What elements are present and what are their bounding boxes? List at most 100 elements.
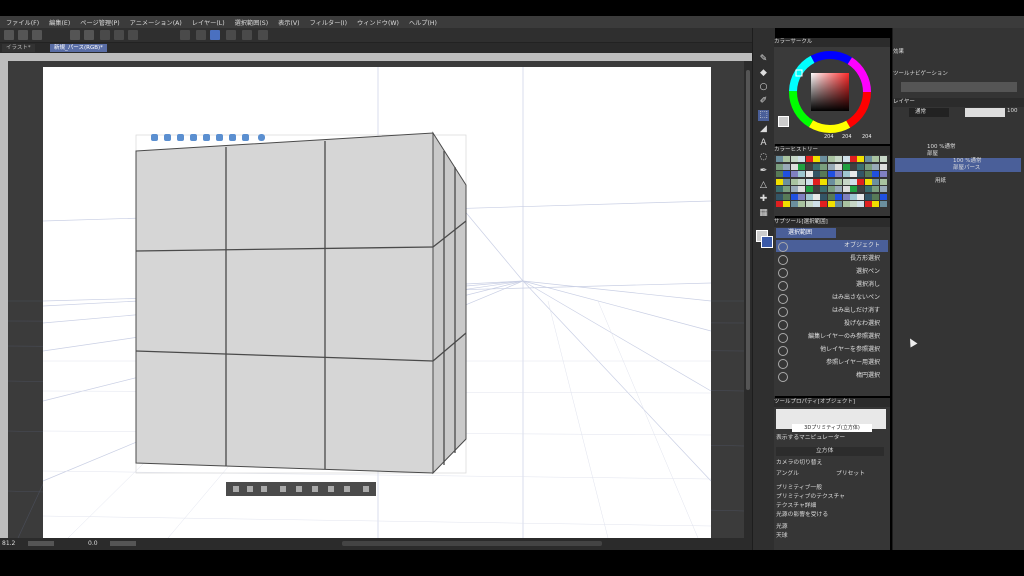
- color-swatch[interactable]: [805, 163, 813, 170]
- color-swatch[interactable]: [827, 186, 835, 192]
- subtool-erase-overflow[interactable]: はみ出しだけ消す: [776, 305, 888, 317]
- color-swatch[interactable]: [827, 178, 835, 185]
- color-swatch[interactable]: [783, 193, 791, 200]
- color-swatch[interactable]: [798, 186, 806, 192]
- fill-tool-icon[interactable]: ◆: [758, 68, 769, 79]
- pen-tool-icon[interactable]: ✎: [758, 54, 769, 65]
- color-swatch[interactable]: [798, 163, 806, 170]
- color-swatch[interactable]: [805, 193, 813, 200]
- prop-primitive-general[interactable]: プリミティブ一般: [776, 484, 884, 493]
- balloon-tool-icon[interactable]: ◌: [758, 152, 769, 163]
- ruler-snap-icon[interactable]: [196, 30, 206, 40]
- color-swatch[interactable]: [790, 178, 798, 185]
- selection-tool-icon[interactable]: ⬚: [758, 110, 769, 121]
- menu-edit[interactable]: 編集(E): [49, 18, 70, 27]
- horizontal-scroll-thumb[interactable]: [342, 541, 602, 546]
- color-swatch[interactable]: [783, 201, 791, 207]
- color-swatch[interactable]: [820, 156, 828, 162]
- color-swatch[interactable]: [790, 193, 798, 200]
- transform-icon[interactable]: [128, 30, 138, 40]
- menu-page[interactable]: ページ管理(P): [80, 18, 119, 27]
- menu-window[interactable]: ウィンドウ(W): [357, 18, 399, 27]
- color-swatch[interactable]: [857, 186, 865, 192]
- camera-switch-row[interactable]: カメラの切り替え: [776, 459, 884, 468]
- guide-icon[interactable]: [258, 30, 268, 40]
- color-swatch[interactable]: [850, 193, 857, 200]
- subtool-select-erase[interactable]: 選択消し: [776, 279, 888, 291]
- fill-icon[interactable]: [114, 30, 124, 40]
- color-swatch[interactable]: [783, 156, 791, 162]
- color-swatch[interactable]: [864, 193, 872, 200]
- prop-primitive-texture[interactable]: プリミティブのテクスチャ: [776, 493, 884, 502]
- color-swatch[interactable]: [813, 178, 820, 185]
- menu-file[interactable]: ファイル(F): [6, 18, 39, 27]
- color-swatch[interactable]: [879, 193, 887, 200]
- layer-room-perspective[interactable]: 100 %通常 部屋パース: [895, 158, 1021, 172]
- color-swatch[interactable]: [790, 156, 798, 162]
- color-swatch[interactable]: [872, 186, 880, 192]
- color-swatch[interactable]: [857, 178, 865, 185]
- layer-folder-room[interactable]: 100 %通常 部屋: [895, 144, 1021, 158]
- color-swatch[interactable]: [790, 186, 798, 192]
- opacity-slider[interactable]: [965, 108, 1005, 117]
- color-swatch[interactable]: [864, 171, 872, 177]
- menu-help[interactable]: ヘルプ(H): [409, 18, 437, 27]
- color-swatch[interactable]: [857, 201, 865, 207]
- circle-tool-icon[interactable]: ○: [758, 82, 769, 93]
- color-swatch[interactable]: [879, 163, 887, 170]
- color-swatch[interactable]: [776, 201, 783, 207]
- color-swatch[interactable]: [842, 171, 850, 177]
- blend-mode-select[interactable]: 通常: [909, 108, 949, 117]
- color-swatch[interactable]: [850, 178, 857, 185]
- color-swatch[interactable]: [805, 186, 813, 192]
- color-swatch[interactable]: [776, 186, 783, 192]
- color-swatch[interactable]: [872, 178, 880, 185]
- brush-tool-icon[interactable]: ✐: [758, 96, 769, 107]
- frame-tool-icon[interactable]: ▦: [758, 208, 769, 219]
- color-swatch[interactable]: [783, 171, 791, 177]
- primitive-row[interactable]: 立方体: [776, 447, 884, 456]
- color-swatch[interactable]: [879, 171, 887, 177]
- color-swatch[interactable]: [783, 186, 791, 192]
- color-swatch[interactable]: [850, 201, 857, 207]
- color-swatch[interactable]: [842, 156, 850, 162]
- color-swatch[interactable]: [864, 201, 872, 207]
- color-swatch[interactable]: [850, 171, 857, 177]
- color-swatch[interactable]: [776, 193, 783, 200]
- color-swatch[interactable]: [835, 178, 843, 185]
- prop-texture-detail[interactable]: テクスチャ詳細: [776, 502, 884, 511]
- color-swatch[interactable]: [842, 193, 850, 200]
- color-swatch[interactable]: [798, 156, 806, 162]
- color-swatch[interactable]: [790, 163, 798, 170]
- color-swatch[interactable]: [798, 178, 806, 185]
- clear-icon[interactable]: [100, 30, 110, 40]
- color-swatch[interactable]: [857, 193, 865, 200]
- color-swatch[interactable]: [879, 156, 887, 162]
- color-swatch[interactable]: [813, 193, 820, 200]
- color-swatch[interactable]: [827, 193, 835, 200]
- color-swatch[interactable]: [798, 171, 806, 177]
- perspective-snap-icon[interactable]: [210, 30, 220, 40]
- subtool-other-layer-ref[interactable]: 他レイヤーを参照選択: [776, 344, 888, 356]
- subtool-lasso[interactable]: 投げなわ選択: [776, 318, 888, 330]
- ruler-tool-icon[interactable]: ✚: [758, 194, 769, 205]
- text-tool-icon[interactable]: A: [758, 138, 769, 149]
- menu-layer[interactable]: レイヤー(L): [192, 18, 225, 27]
- color-swatch[interactable]: [827, 171, 835, 177]
- color-swatch[interactable]: [805, 156, 813, 162]
- color-swatch[interactable]: [872, 171, 880, 177]
- color-swatch[interactable]: [864, 186, 872, 192]
- color-swatch[interactable]: [790, 171, 798, 177]
- subtool-rectangle[interactable]: 長方形選択: [776, 253, 888, 265]
- zoom-value[interactable]: 81.2: [2, 540, 15, 547]
- open-icon[interactable]: [18, 30, 28, 40]
- color-swatch[interactable]: [820, 193, 828, 200]
- subtool-group-tab[interactable]: 選択範囲: [776, 228, 836, 238]
- color-swatch[interactable]: [776, 156, 783, 162]
- color-swatch[interactable]: [842, 201, 850, 207]
- redo-icon[interactable]: [84, 30, 94, 40]
- zoom-slider[interactable]: [28, 541, 54, 546]
- grid-icon[interactable]: [242, 30, 252, 40]
- color-swatch[interactable]: [798, 201, 806, 207]
- manipulator-row[interactable]: 表示するマニピュレーター: [776, 434, 884, 443]
